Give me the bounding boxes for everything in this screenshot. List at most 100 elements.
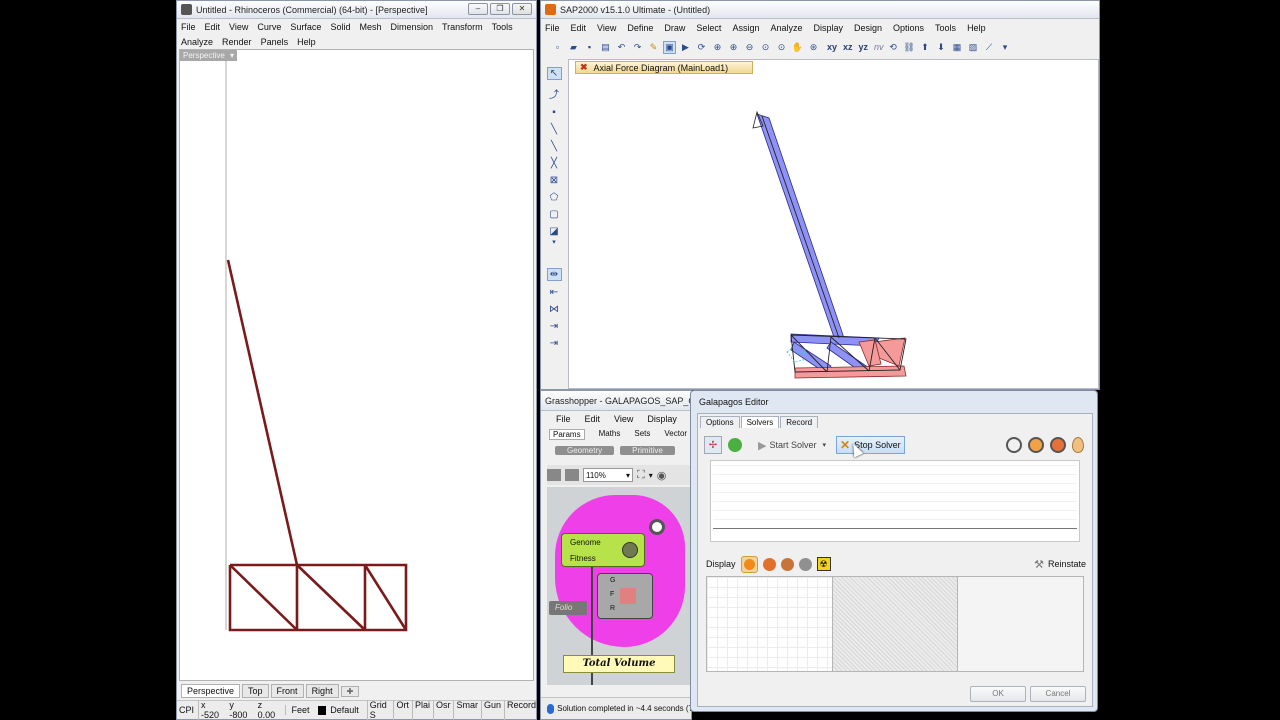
gauge-warm-icon[interactable] — [1028, 437, 1044, 453]
menu-select[interactable]: Select — [696, 23, 721, 33]
tab-options[interactable]: Options — [700, 416, 740, 428]
quick-area-icon[interactable]: ◪ — [549, 226, 558, 237]
menu-help[interactable]: Help — [297, 37, 316, 47]
reshape-icon[interactable]: ⤴ — [549, 86, 559, 101]
menu-edit[interactable]: Edit — [571, 23, 587, 33]
menu-view[interactable]: View — [229, 22, 248, 32]
close-icon[interactable]: ✕ — [512, 3, 532, 15]
sap-diagram-pane[interactable]: ✖ Axial Force Diagram (MainLoad1) — [568, 59, 1099, 389]
view-nv-button[interactable]: nv — [874, 42, 884, 52]
display-mode-3-icon[interactable] — [780, 557, 794, 571]
intersect-line-icon[interactable]: ⇥ — [550, 321, 558, 332]
menu-curve[interactable]: Curve — [257, 22, 281, 32]
status-layer[interactable]: Default — [330, 705, 359, 715]
gauge-hot-icon[interactable] — [1050, 437, 1066, 453]
display-mode-1-icon[interactable] — [740, 555, 758, 573]
toggle-smar[interactable]: Smar — [453, 700, 478, 720]
tab-perspective[interactable]: Perspective — [181, 684, 241, 698]
rhino-viewport[interactable]: Perspective ▾ — [179, 49, 534, 681]
save-icon[interactable]: ▪ — [583, 41, 596, 54]
reinstate-button[interactable]: ⚒ Reinstate — [1034, 558, 1086, 571]
menu-file[interactable]: File — [545, 23, 560, 33]
menu-display[interactable]: Display — [647, 414, 677, 424]
zoom-previous-icon[interactable]: ⊙ — [775, 41, 788, 54]
menu-mesh[interactable]: Mesh — [359, 22, 381, 32]
tab-record[interactable]: Record — [780, 416, 819, 428]
menu-transform[interactable]: Transform — [442, 22, 483, 32]
poly-area-icon[interactable]: ⬠ — [550, 192, 559, 203]
menu-edit[interactable]: Edit — [585, 414, 601, 424]
pencil-icon[interactable]: ✎ — [647, 41, 660, 54]
pointer-icon[interactable]: ↖ — [546, 67, 562, 80]
clear-selection-icon[interactable]: ⋈ — [549, 304, 559, 315]
menu-edit[interactable]: Edit — [205, 22, 221, 32]
tab-top[interactable]: Top — [242, 684, 269, 698]
menu-solid[interactable]: Solid — [330, 22, 350, 32]
tab-maths[interactable]: Maths — [599, 429, 621, 440]
menu-analyze[interactable]: Analyze — [181, 37, 213, 47]
3d-view-icon[interactable]: ⊛ — [807, 41, 820, 54]
tab-sets[interactable]: Sets — [634, 429, 650, 440]
menu-render[interactable]: Render — [222, 37, 252, 47]
view-yz-button[interactable]: yz — [859, 42, 869, 52]
print-icon[interactable]: ▤ — [599, 41, 612, 54]
open-folder-icon[interactable]: ▰ — [567, 41, 580, 54]
tab-params[interactable]: Params — [549, 429, 585, 440]
toggle-grid-s[interactable]: Grid S — [366, 700, 391, 720]
menu-dimension[interactable]: Dimension — [390, 22, 433, 32]
move-up-icon[interactable]: ⬆ — [919, 41, 932, 54]
tab-vector[interactable]: Vector — [664, 429, 687, 440]
radiation-icon[interactable]: ☢ — [816, 557, 831, 571]
mouse-icon[interactable]: ✢ — [704, 436, 722, 454]
menu-file[interactable]: File — [181, 22, 196, 32]
rect-area-icon[interactable]: ▢ — [549, 209, 558, 220]
menu-view[interactable]: View — [597, 23, 616, 33]
menu-file[interactable]: File — [556, 414, 571, 424]
get-previous-icon[interactable]: ⇤ — [550, 287, 558, 298]
galapagos-component[interactable]: Genome Fitness — [561, 533, 645, 567]
redo-icon[interactable]: ↷ — [631, 41, 644, 54]
menu-view[interactable]: View — [614, 414, 633, 424]
menu-define[interactable]: Define — [627, 23, 653, 33]
start-solver-button[interactable]: ▶ Start Solver ▾ — [758, 439, 826, 452]
select-line-icon[interactable]: ⇥ — [550, 338, 558, 349]
ok-button[interactable]: OK — [970, 686, 1026, 702]
view-xz-button[interactable]: xz — [843, 42, 853, 52]
zoom-out-icon[interactable]: ⊖ — [743, 41, 756, 54]
section-cut-icon[interactable]: ⊠ — [550, 175, 558, 186]
chevron-down-icon[interactable]: ▾ — [999, 41, 1012, 54]
lock-icon[interactable]: ▣ — [663, 40, 676, 54]
total-volume-panel[interactable]: Total Volume — [563, 655, 675, 673]
chevron-down-icon[interactable]: ▾ — [552, 238, 556, 246]
display-mode-4-icon[interactable] — [798, 557, 812, 571]
preview-eye-icon[interactable]: ◉ — [657, 469, 667, 482]
menu-panels[interactable]: Panels — [261, 37, 289, 47]
zoom-extents-icon[interactable]: ⛶ — [637, 469, 645, 482]
stop-solver-button[interactable]: ✕ Stop Solver — [836, 436, 905, 454]
menu-draw[interactable]: Draw — [664, 23, 685, 33]
toggle-gun[interactable]: Gun — [480, 700, 501, 720]
menu-tools[interactable]: Tools — [935, 23, 956, 33]
zoom-full-icon[interactable]: ⊙ — [759, 41, 772, 54]
add-tab-icon[interactable]: ✚ — [340, 685, 360, 697]
menu-assign[interactable]: Assign — [732, 23, 759, 33]
tab-solvers[interactable]: Solvers — [740, 416, 780, 428]
run-analysis-icon[interactable]: ▶ — [679, 41, 692, 54]
menu-design[interactable]: Design — [854, 23, 882, 33]
toggle-plai[interactable]: Plai — [411, 700, 430, 720]
toggle-record[interactable]: Record — [503, 700, 536, 720]
output-port-circle[interactable] — [649, 519, 665, 535]
subtab-geometry[interactable]: Geometry — [555, 446, 615, 455]
menu-surface[interactable]: Surface — [290, 22, 321, 32]
point-icon[interactable]: ▪ — [552, 107, 556, 118]
menu-display[interactable]: Display — [813, 23, 843, 33]
zoom-window-icon[interactable]: ⊕ — [727, 41, 740, 54]
egg-icon[interactable] — [1072, 437, 1084, 453]
image-icon[interactable]: ▨ — [967, 41, 980, 54]
minimize-icon[interactable]: – — [468, 3, 488, 15]
tab-front[interactable]: Front — [270, 684, 304, 698]
recycle-icon[interactable] — [728, 438, 742, 452]
link-icon[interactable]: ⛓ — [903, 41, 916, 54]
zoom-in-icon[interactable]: ⊕ — [711, 41, 724, 54]
save-file-icon[interactable] — [565, 469, 579, 481]
